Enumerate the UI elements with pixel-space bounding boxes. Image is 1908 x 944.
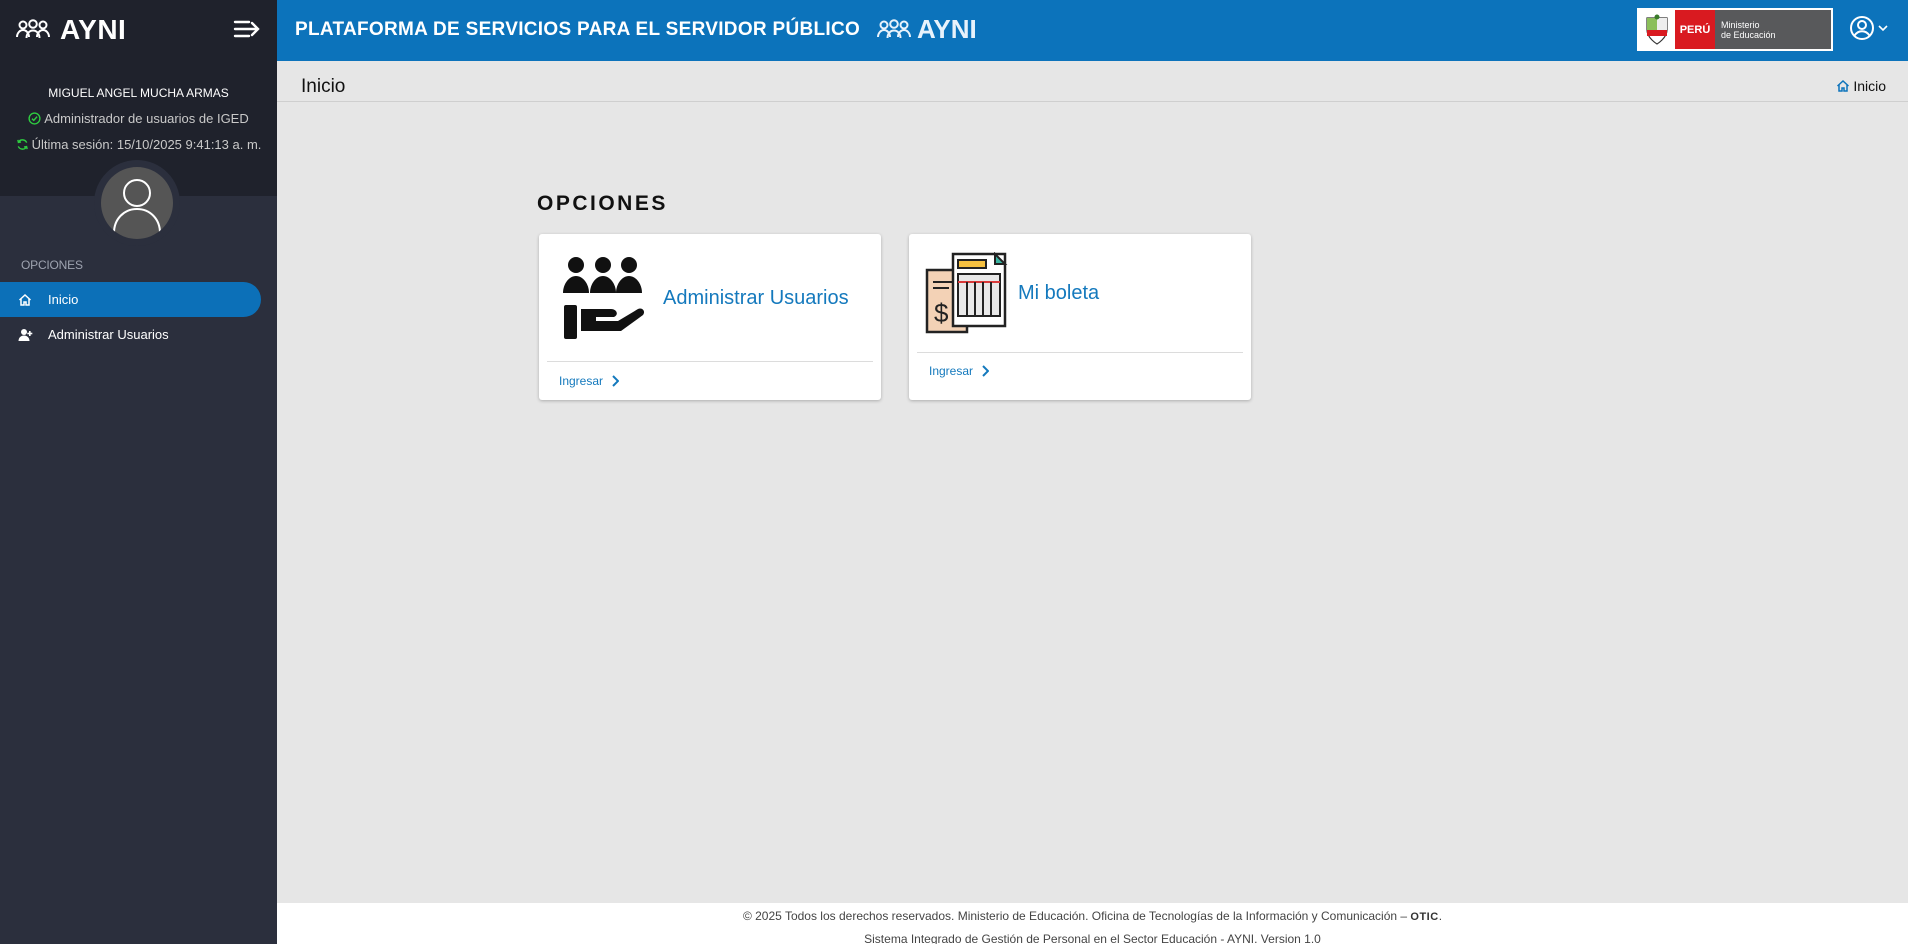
- breadcrumb-label: Inicio: [1853, 78, 1886, 94]
- sidebar-item-administrar-usuarios[interactable]: Administrar Usuarios: [0, 317, 261, 352]
- home-icon: [17, 292, 33, 308]
- users-hand-icon: [563, 257, 645, 339]
- peru-label: PERÚ: [1675, 10, 1715, 49]
- ministry-line2: de Educación: [1721, 30, 1776, 40]
- ingresar-label: Ingresar: [559, 374, 604, 388]
- card-administrar-usuarios: Administrar Usuarios Ingresar: [539, 234, 881, 400]
- card-divider: [547, 361, 873, 362]
- minedu-logo: PERÚ Ministerio de Educación: [1637, 8, 1833, 51]
- sidebar-section-label: OPCIONES: [21, 258, 83, 272]
- chevron-right-icon: [612, 375, 620, 387]
- ingresar-label: Ingresar: [929, 364, 974, 378]
- otic-logo: OTIC: [1410, 911, 1439, 923]
- sidebar: AYNI MIGUEL ANGEL MUCHA ARMAS Administra…: [0, 0, 277, 944]
- last-session: Última sesión: 15/10/2025 9:41:13 a. m.: [0, 137, 277, 152]
- sidebar-item-label: Inicio: [48, 292, 79, 307]
- card-divider: [917, 352, 1243, 353]
- footer-copyright: © 2025 Todos los derechos reservados. Mi…: [742, 909, 1443, 923]
- sidebar-item-inicio[interactable]: Inicio: [0, 282, 261, 317]
- svg-text:$: $: [934, 298, 949, 328]
- ingresar-link[interactable]: Ingresar: [559, 374, 620, 388]
- user-menu-button[interactable]: [1849, 15, 1888, 41]
- chevron-right-icon: [982, 365, 990, 377]
- sidebar-item-label: Administrar Usuarios: [48, 327, 169, 342]
- card-title[interactable]: Mi boleta: [1018, 282, 1099, 305]
- sidebar-toggle-button[interactable]: [233, 18, 261, 42]
- footer-copyright-text: © 2025 Todos los derechos reservados. Mi…: [742, 909, 1408, 923]
- last-session-text: Última sesión: 15/10/2025 9:41:13 a. m.: [31, 137, 262, 152]
- avatar-image: [101, 167, 173, 239]
- header-brand: AYNI: [877, 14, 977, 45]
- user-role: Administrador de usuarios de IGED: [0, 111, 277, 126]
- user-circle-icon: [1850, 16, 1874, 40]
- card-title[interactable]: Administrar Usuarios: [663, 287, 849, 310]
- people-group-icon: [877, 18, 911, 38]
- options-title: OPCIONES: [537, 192, 668, 215]
- card-mi-boleta: $ Mi boleta Ingresar: [909, 234, 1251, 400]
- page-header-bar: Inicio Inicio: [277, 61, 1908, 102]
- menu-collapse-icon: [233, 20, 260, 38]
- payslip-icon: $: [925, 252, 1008, 334]
- header-brand-text: AYNI: [917, 14, 977, 44]
- footer: © 2025 Todos los derechos reservados. Mi…: [277, 903, 1908, 944]
- user-name: MIGUEL ANGEL MUCHA ARMAS: [48, 86, 229, 100]
- breadcrumb[interactable]: Inicio: [1836, 78, 1886, 94]
- platform-title: PLATAFORMA DE SERVICIOS PARA EL SERVIDOR…: [295, 19, 861, 40]
- ministry-line1: Ministerio: [1721, 20, 1760, 30]
- avatar: [94, 160, 180, 246]
- home-icon: [1837, 79, 1850, 92]
- user-role-text: Administrador de usuarios de IGED: [44, 111, 249, 126]
- people-group-icon: [16, 19, 50, 39]
- refresh-icon: [16, 139, 28, 150]
- ministry-label: Ministerio de Educación: [1715, 10, 1831, 49]
- top-header: PLATAFORMA DE SERVICIOS PARA EL SERVIDOR…: [277, 0, 1908, 61]
- sidebar-brand-text: AYNI: [60, 14, 127, 45]
- sidebar-brand[interactable]: AYNI: [16, 14, 126, 46]
- user-silhouette-icon: [113, 179, 161, 234]
- chevron-down-icon: [1878, 25, 1888, 32]
- page-title: Inicio: [301, 76, 346, 97]
- check-circle-icon: [28, 112, 41, 125]
- user-plus-icon: [17, 327, 33, 343]
- footer-version: Sistema Integrado de Gestión de Personal…: [864, 932, 1321, 944]
- coat-of-arms-icon: [1639, 10, 1675, 49]
- ingresar-link[interactable]: Ingresar: [929, 364, 990, 378]
